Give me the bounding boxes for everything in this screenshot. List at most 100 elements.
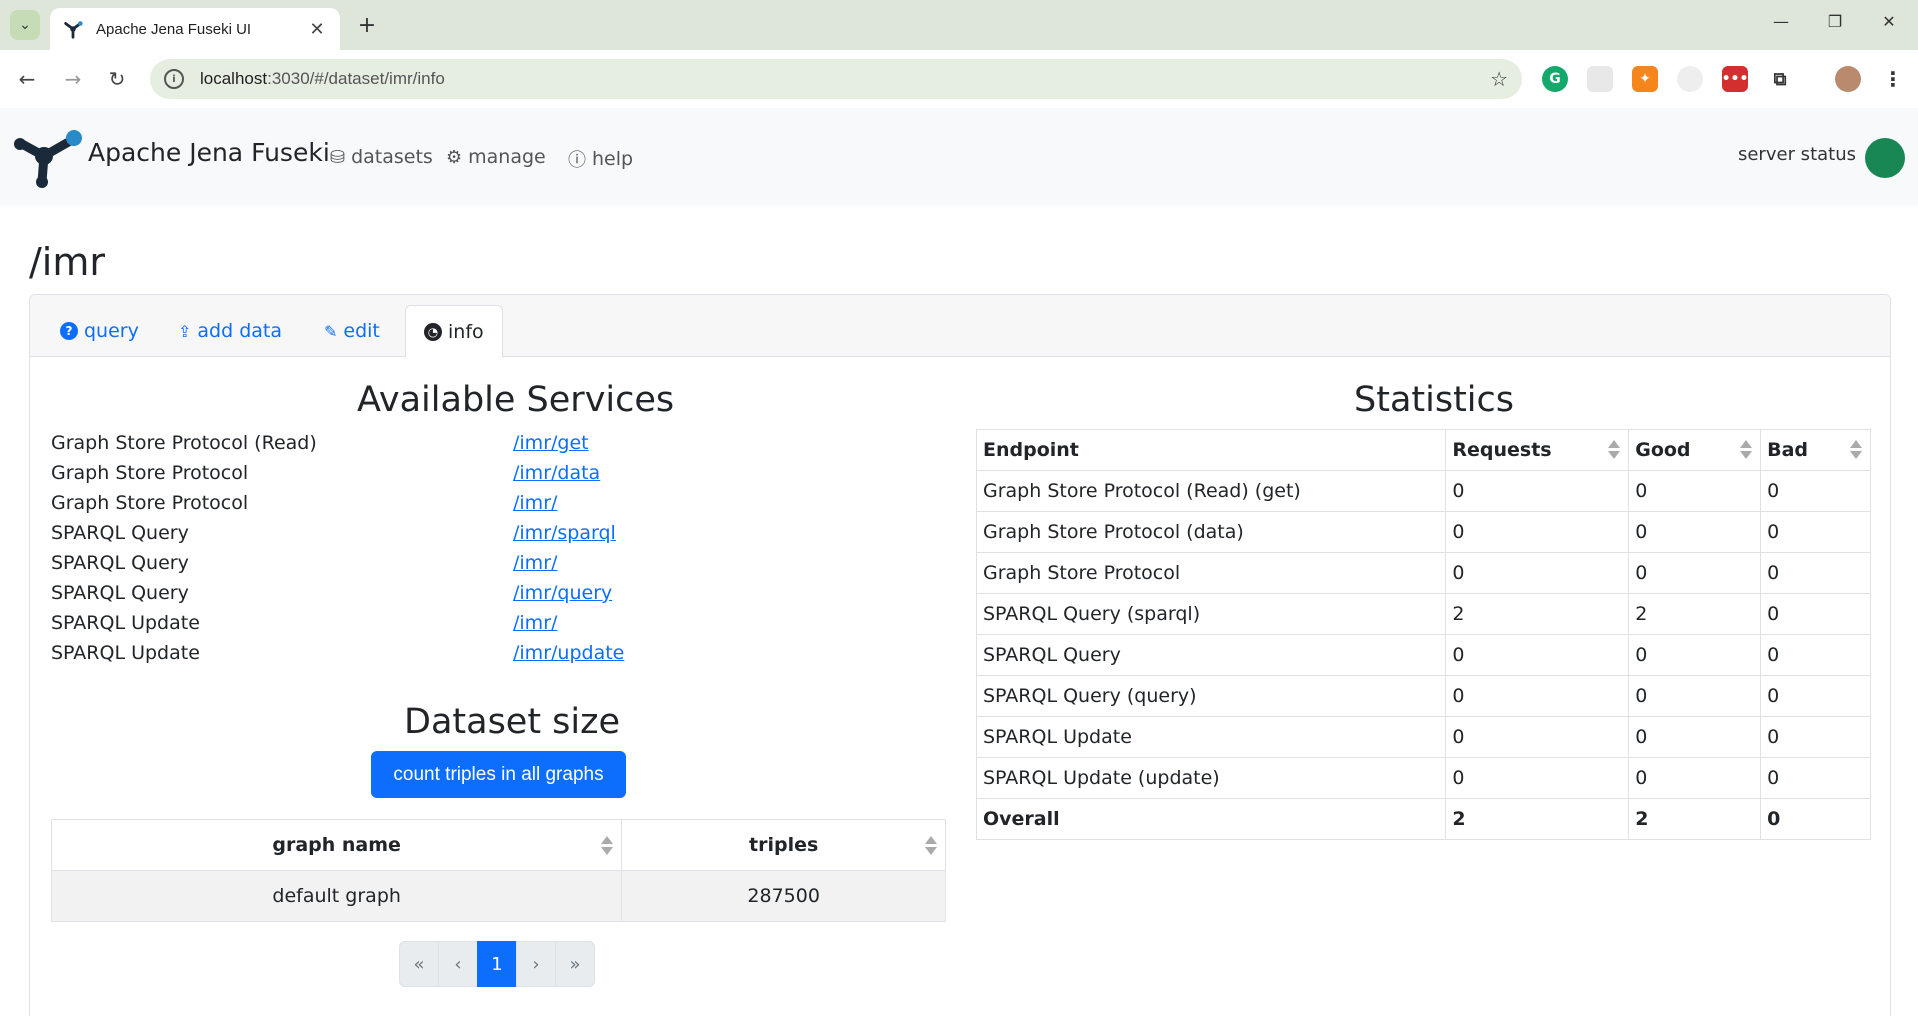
page-last-button[interactable]: » [555, 941, 595, 987]
requests-cell: 0 [1445, 634, 1630, 676]
bad-cell: 0 [1760, 798, 1871, 840]
minimize-icon[interactable]: — [1766, 12, 1796, 31]
sort-icon [925, 836, 937, 856]
tab-search-button[interactable]: ⌄ [10, 10, 40, 40]
service-name: Graph Store Protocol [51, 462, 249, 484]
lastpass-extension-icon[interactable]: ••• [1722, 66, 1748, 92]
good-cell: 0 [1628, 511, 1762, 553]
good-cell: 2 [1628, 798, 1762, 840]
page-first-button[interactable]: « [399, 941, 439, 987]
page-current-button[interactable]: 1 [477, 941, 517, 987]
triples-cell: 287500 [621, 870, 946, 922]
nav-datasets[interactable]: ⛁ datasets [330, 146, 433, 168]
good-cell: 0 [1628, 757, 1762, 799]
table-row: SPARQL Query (sparql) 2 2 0 [975, 593, 1871, 635]
new-tab-button[interactable]: + [352, 10, 382, 40]
column-header-good[interactable]: Good [1628, 429, 1762, 471]
database-icon: ⛁ [330, 146, 346, 168]
grammarly-extension-icon[interactable]: G [1542, 66, 1568, 92]
bad-cell: 0 [1760, 716, 1871, 758]
pagination: « ‹ 1 › » [399, 941, 595, 987]
info-circle-icon: ⓘ [568, 150, 586, 171]
fuseki-logo-icon[interactable] [14, 122, 82, 190]
forward-icon[interactable]: → [58, 64, 88, 94]
fuseki-favicon-icon [64, 21, 83, 39]
bookmark-star-icon[interactable]: ☆ [1490, 67, 1508, 91]
service-link[interactable]: /imr/data [513, 462, 600, 484]
bad-cell: 0 [1760, 757, 1871, 799]
service-name: SPARQL Query [51, 552, 189, 574]
endpoint-cell: Graph Store Protocol [975, 552, 1447, 594]
sort-icon [1608, 440, 1621, 460]
table-row: SPARQL Query (query) 0 0 0 [975, 675, 1871, 717]
restore-icon[interactable]: ❐ [1820, 12, 1850, 31]
service-link[interactable]: /imr/ [513, 612, 557, 634]
graph-name-cell: default graph [50, 870, 623, 922]
metamask-extension-icon[interactable]: ✦ [1632, 66, 1658, 92]
service-name: SPARQL Update [51, 642, 200, 664]
service-link[interactable]: /imr/get [513, 432, 589, 454]
tab-query[interactable]: ? query [42, 305, 157, 357]
url-path: :3030/#/dataset/imr/info [267, 69, 445, 88]
tab-edit[interactable]: ✎ edit [306, 305, 398, 357]
service-link[interactable]: /imr/update [513, 642, 624, 664]
sort-icon [1850, 440, 1862, 460]
endpoint-cell: SPARQL Query (sparql) [975, 593, 1447, 635]
back-icon[interactable]: ← [12, 64, 42, 94]
reload-icon[interactable]: ↻ [102, 64, 132, 94]
column-header-triples[interactable]: triples [621, 819, 946, 871]
endpoint-cell: SPARQL Update (update) [975, 757, 1447, 799]
statistics-heading: Statistics [1354, 380, 1514, 420]
tab-info[interactable]: ◔ info [405, 305, 503, 358]
nav-help[interactable]: ⓘ help [568, 146, 633, 172]
service-link[interactable]: /imr/query [513, 582, 612, 604]
bad-cell: 0 [1760, 470, 1871, 512]
requests-cell: 0 [1445, 470, 1630, 512]
extension-icon[interactable] [1587, 66, 1613, 92]
endpoint-cell: SPARQL Update [975, 716, 1447, 758]
service-link[interactable]: /imr/ [513, 492, 557, 514]
page-next-button[interactable]: › [516, 941, 556, 987]
edit-icon: ✎ [324, 321, 338, 341]
server-status-indicator [1865, 138, 1905, 178]
bad-cell: 0 [1760, 511, 1871, 553]
window-close-icon[interactable]: ✕ [1874, 12, 1904, 31]
nav-manage-label: manage [468, 146, 546, 168]
address-bar[interactable]: i localhost:3030/#/dataset/imr/info ☆ [150, 59, 1522, 99]
requests-cell: 0 [1445, 757, 1630, 799]
column-header-requests[interactable]: Requests [1445, 429, 1630, 471]
more-menu-icon[interactable]: ⋮ [1880, 66, 1906, 92]
table-row: Graph Store Protocol (data) 0 0 0 [975, 511, 1871, 553]
column-header-endpoint: Endpoint [975, 429, 1447, 471]
service-link[interactable]: /imr/ [513, 552, 557, 574]
close-icon[interactable]: ✕ [306, 19, 328, 40]
profile-avatar[interactable] [1835, 66, 1861, 92]
dataset-size-table: graph name triples default graph 287500 [50, 819, 946, 922]
table-row: SPARQL Update (update) 0 0 0 [975, 757, 1871, 799]
dataset-tabs: ? query ⇪ add data ✎ edit ◔ info [30, 295, 1890, 358]
service-link[interactable]: /imr/sparql [513, 522, 616, 544]
site-info-icon[interactable]: i [164, 69, 184, 89]
brand-name[interactable]: Apache Jena Fuseki [88, 138, 330, 167]
requests-cell: 2 [1445, 593, 1630, 635]
tab-title: Apache Jena Fuseki UI [96, 20, 252, 38]
page-prev-button[interactable]: ‹ [438, 941, 478, 987]
timer-extension-icon[interactable] [1677, 66, 1703, 92]
extensions-puzzle-icon[interactable]: ⧉ [1767, 66, 1793, 92]
url-text[interactable]: localhost:3030/#/dataset/imr/info [200, 69, 1490, 89]
endpoint-cell: Graph Store Protocol (data) [975, 511, 1447, 553]
column-header-bad[interactable]: Bad [1760, 429, 1871, 471]
upload-icon: ⇪ [178, 321, 192, 341]
browser-tab[interactable]: Apache Jena Fuseki UI ✕ [50, 8, 340, 50]
nav-manage[interactable]: ⚙ manage [446, 146, 546, 168]
tab-add-data[interactable]: ⇪ add data [160, 305, 300, 357]
service-name: SPARQL Query [51, 522, 189, 544]
bad-cell: 0 [1760, 552, 1871, 594]
count-triples-button[interactable]: count triples in all graphs [371, 751, 626, 798]
bad-cell: 0 [1760, 675, 1871, 717]
bad-cell: 0 [1760, 593, 1871, 635]
service-name: Graph Store Protocol (Read) [51, 432, 317, 454]
requests-cell: 0 [1445, 675, 1630, 717]
browser-tabstrip: ⌄ Apache Jena Fuseki UI ✕ + — ❐ ✕ [0, 0, 1918, 50]
column-header-graph-name[interactable]: graph name [50, 819, 623, 871]
